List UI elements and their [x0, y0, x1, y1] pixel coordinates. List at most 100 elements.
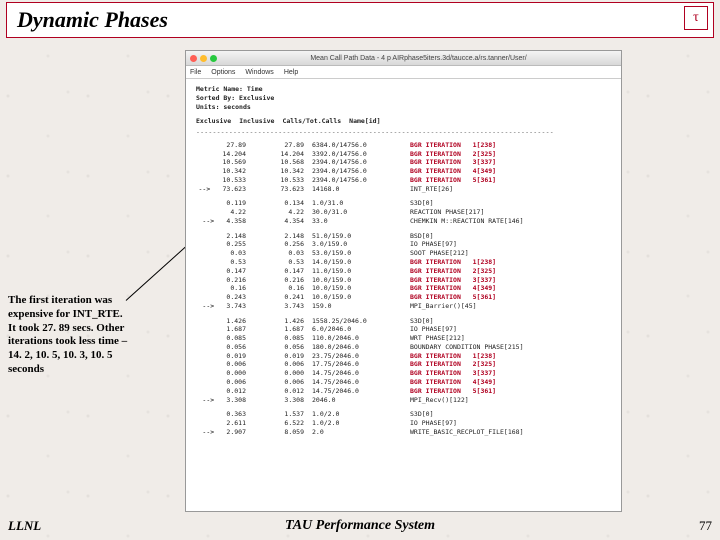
cell-c3: 1.0/31.0 — [312, 199, 410, 208]
menu-windows[interactable]: Windows — [245, 69, 273, 76]
cell-c4: BGR ITERATION 3[337] — [410, 369, 611, 378]
cell-c3: 14168.0 — [312, 185, 410, 194]
cell-c1: 0.255 — [196, 240, 254, 249]
data-row: 0.2430.24110.0/159.0BGR ITERATION 5[361] — [196, 293, 611, 302]
cell-c4: S3D[0] — [410, 199, 611, 208]
cell-c2: 0.006 — [254, 378, 312, 387]
cell-c4: BGR ITERATION 5[361] — [410, 176, 611, 185]
window-titlebar[interactable]: Mean Call Path Data - 4 p AIRphase5iters… — [186, 51, 621, 66]
close-icon[interactable] — [190, 55, 197, 62]
data-group: 1.4261.4261558.25/2046.0S3D[0]1.6871.687… — [196, 317, 611, 405]
data-groups: 27.8927.896384.0/14756.0BGR ITERATION 1[… — [196, 141, 611, 437]
cell-c4: BGR ITERATION 1[238] — [410, 141, 611, 150]
cell-c1: 10.342 — [196, 167, 254, 176]
cell-c2: 10.533 — [254, 176, 312, 185]
cell-c3: 180.0/2046.0 — [312, 343, 410, 352]
cell-c2: 10.342 — [254, 167, 312, 176]
cell-c3: 10.0/159.0 — [312, 284, 410, 293]
window-title: Mean Call Path Data - 4 p AIRphase5iters… — [220, 55, 617, 62]
data-row: 0.2550.2563.0/159.0IO PHASE[97] — [196, 240, 611, 249]
cell-c3: 10.0/159.0 — [312, 293, 410, 302]
data-row: 3.7433.743159.0MPI_Barrier()[45] — [196, 302, 611, 311]
cell-c3: 1.0/2.0 — [312, 410, 410, 419]
data-row: 0.030.0353.0/159.0SOOT PHASE[212] — [196, 249, 611, 258]
cell-c1: 1.687 — [196, 325, 254, 334]
cell-c3: 1.0/2.0 — [312, 419, 410, 428]
cell-c2: 4.354 — [254, 217, 312, 226]
cell-c1: 0.012 — [196, 387, 254, 396]
cell-c3: 6384.0/14756.0 — [312, 141, 410, 150]
cell-c2: 0.256 — [254, 240, 312, 249]
data-row: 0.0000.00014.75/2046.0BGR ITERATION 3[33… — [196, 369, 611, 378]
cell-c3: 1558.25/2046.0 — [312, 317, 410, 326]
cell-c3: 33.0 — [312, 217, 410, 226]
footer-center: TAU Performance System — [0, 518, 720, 534]
cell-c4: IO PHASE[97] — [410, 325, 611, 334]
cell-c1: 0.53 — [196, 258, 254, 267]
cell-c2: 0.056 — [254, 343, 312, 352]
cell-c3: 11.0/159.0 — [312, 267, 410, 276]
profiler-content: Metric Name: Time Sorted By: Exclusive U… — [186, 79, 621, 449]
minimize-icon[interactable] — [200, 55, 207, 62]
cell-c1: 10.533 — [196, 176, 254, 185]
data-row: 1.4261.4261558.25/2046.0S3D[0] — [196, 317, 611, 326]
data-row: 14.20414.2043392.0/14756.0BGR ITERATION … — [196, 150, 611, 159]
menu-help[interactable]: Help — [284, 69, 298, 76]
cell-c3: 17.75/2046.0 — [312, 360, 410, 369]
menu-options[interactable]: Options — [211, 69, 235, 76]
zoom-icon[interactable] — [210, 55, 217, 62]
cell-c2: 0.019 — [254, 352, 312, 361]
data-row: 2.9078.0592.0WRITE_BASIC_RECPLOT_FILE[16… — [196, 428, 611, 437]
data-row: 1.6871.6876.0/2046.0IO PHASE[97] — [196, 325, 611, 334]
cell-c4: BGR ITERATION 3[337] — [410, 276, 611, 285]
cell-c1: 3.743 — [196, 302, 254, 311]
cell-c4: MPI_Barrier()[45] — [410, 302, 611, 311]
cell-c3: 14.75/2046.0 — [312, 387, 410, 396]
cell-c2: 8.059 — [254, 428, 312, 437]
cell-c2: 0.147 — [254, 267, 312, 276]
cell-c3: 2394.0/14756.0 — [312, 176, 410, 185]
cell-c3: 30.0/31.0 — [312, 208, 410, 217]
cell-c2: 4.22 — [254, 208, 312, 217]
cell-c1: 0.019 — [196, 352, 254, 361]
data-row: 0.0850.085110.0/2046.0WRT PHASE[212] — [196, 334, 611, 343]
data-row: 4.224.2230.0/31.0REACTION PHASE[217] — [196, 208, 611, 217]
meta-block: Metric Name: Time Sorted By: Exclusive U… — [196, 85, 611, 111]
cell-c4: BGR ITERATION 2[325] — [410, 150, 611, 159]
cell-c4: BGR ITERATION 5[361] — [410, 293, 611, 302]
data-row: 2.6116.5221.0/2.0IO PHASE[97] — [196, 419, 611, 428]
cell-c4: SOOT PHASE[212] — [410, 249, 611, 258]
cell-c4: BGR ITERATION 4[349] — [410, 284, 611, 293]
cell-c2: 0.216 — [254, 276, 312, 285]
cell-c1: 0.147 — [196, 267, 254, 276]
cell-c4: BGR ITERATION 1[238] — [410, 258, 611, 267]
cell-c4: BGR ITERATION 5[361] — [410, 387, 611, 396]
cell-c4: IO PHASE[97] — [410, 419, 611, 428]
cell-c4: BOUNDARY CONDITION PHASE[215] — [410, 343, 611, 352]
cell-c1: 10.569 — [196, 158, 254, 167]
data-row: 0.0560.056180.0/2046.0BOUNDARY CONDITION… — [196, 343, 611, 352]
data-row: 4.3584.35433.0CHEMKIN M::REACTION RATE[1… — [196, 217, 611, 226]
cell-c4: BGR ITERATION 4[349] — [410, 167, 611, 176]
footer-right: 77 — [699, 518, 712, 534]
cell-c2: 0.134 — [254, 199, 312, 208]
cell-c1: 0.243 — [196, 293, 254, 302]
data-row: 73.62373.62314168.0INT_RTE[26] — [196, 185, 611, 194]
cell-c1: 3.308 — [196, 396, 254, 405]
cell-c1: 0.16 — [196, 284, 254, 293]
cell-c1: 2.148 — [196, 232, 254, 241]
cell-c4: BSD[0] — [410, 232, 611, 241]
cell-c1: 0.000 — [196, 369, 254, 378]
data-row: 10.34210.3422394.0/14756.0BGR ITERATION … — [196, 167, 611, 176]
data-row: 3.3083.3082046.0MPI_Recv()[122] — [196, 396, 611, 405]
divider: ----------------------------------------… — [196, 128, 611, 137]
cell-c2: 6.522 — [254, 419, 312, 428]
menubar: File Options Windows Help — [186, 66, 621, 79]
cell-c1: 0.006 — [196, 360, 254, 369]
cell-c2: 2.148 — [254, 232, 312, 241]
menu-file[interactable]: File — [190, 69, 201, 76]
cell-c1: 14.204 — [196, 150, 254, 159]
cell-c2: 27.89 — [254, 141, 312, 150]
cell-c3: 2046.0 — [312, 396, 410, 405]
data-row: 0.1470.14711.0/159.0BGR ITERATION 2[325] — [196, 267, 611, 276]
